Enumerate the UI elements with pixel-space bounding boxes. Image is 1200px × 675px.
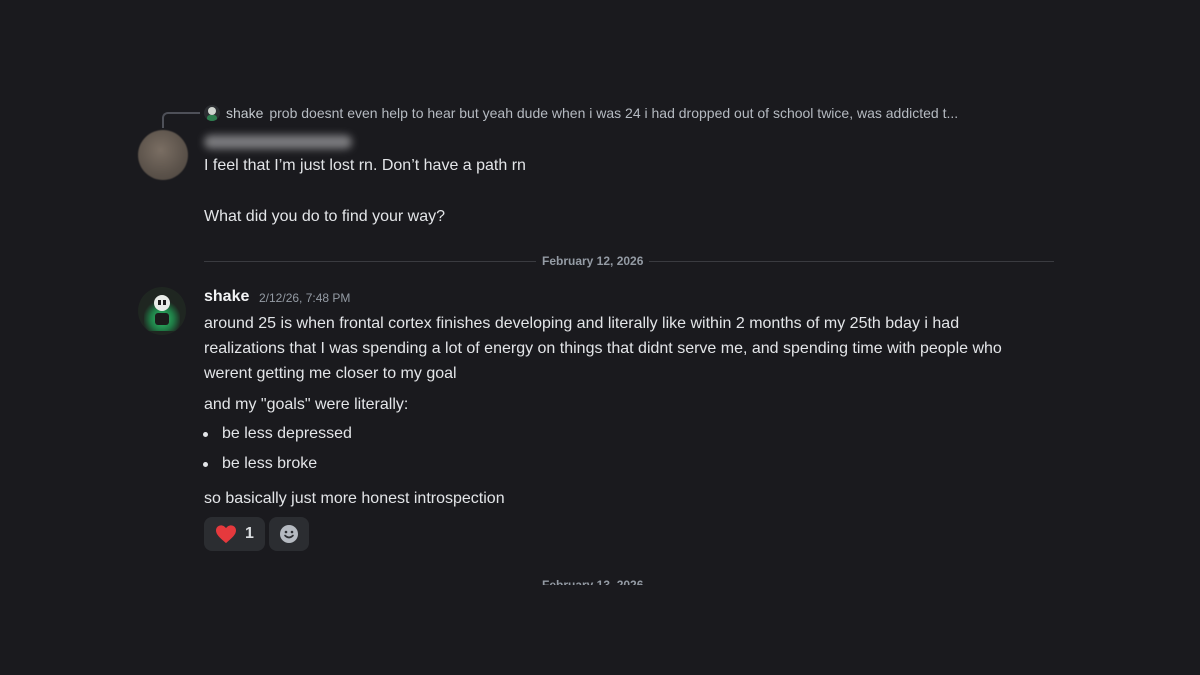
add-reaction-button[interactable] xyxy=(269,517,309,551)
avatar-head xyxy=(154,295,170,311)
message-author[interactable]: shake xyxy=(204,287,249,307)
reaction-heart[interactable]: 1 xyxy=(204,517,265,551)
list-item: be less broke xyxy=(203,452,317,476)
reply-spine xyxy=(162,112,200,128)
smile-icon xyxy=(280,525,298,543)
redacted-username xyxy=(204,135,352,149)
bullet-dot xyxy=(203,431,208,437)
avatar-body xyxy=(155,313,169,325)
message-line: I feel that I’m just lost rn. Don’t have… xyxy=(204,157,526,174)
avatar[interactable] xyxy=(138,287,186,335)
reply-author-avatar[interactable] xyxy=(204,105,220,121)
reply-preview-text[interactable]: prob doesnt even help to hear but yeah d… xyxy=(269,105,958,121)
avatar[interactable] xyxy=(138,130,188,180)
list-item: be less depressed xyxy=(203,422,352,446)
reply-author-name[interactable]: shake xyxy=(226,105,263,121)
reply-preview[interactable]: shake prob doesnt even help to hear but … xyxy=(204,103,958,123)
heart-icon xyxy=(216,525,237,544)
message-timestamp[interactable]: 2/12/26, 7:48 PM xyxy=(259,290,350,306)
reaction-count: 1 xyxy=(245,525,254,542)
message-goals-intro: and my "goals" were literally: xyxy=(204,396,409,413)
message-closing: so basically just more honest introspect… xyxy=(204,490,505,507)
list-item-text: be less broke xyxy=(222,455,318,472)
message-line: What did you do to find your way? xyxy=(204,208,446,225)
date-divider-label: February 13, 2026 xyxy=(542,578,644,585)
date-divider-label: February 12, 2026 xyxy=(536,252,650,270)
bullet-dot xyxy=(203,461,208,467)
avatar-eye xyxy=(158,300,161,305)
avatar-eye xyxy=(163,300,166,305)
message-paragraph: around 25 is when frontal cortex finishe… xyxy=(204,315,1002,382)
list-item-text: be less depressed xyxy=(222,425,352,442)
